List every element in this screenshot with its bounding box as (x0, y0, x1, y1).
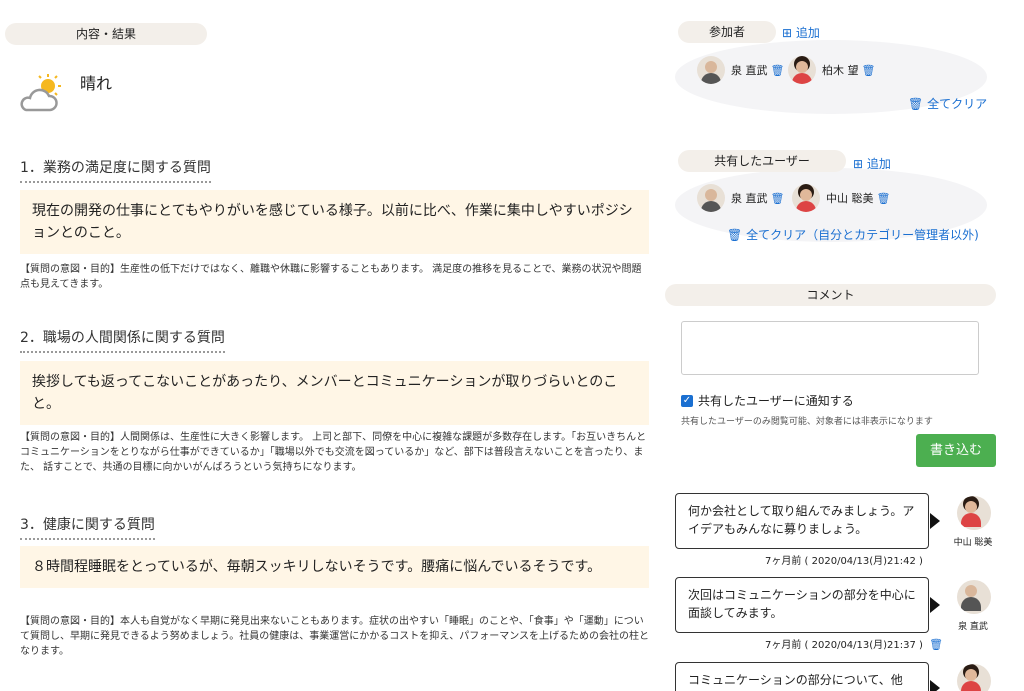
avatar (957, 496, 991, 530)
participants-clear-button[interactable]: 🗑 全てクリア (908, 95, 987, 112)
comment-time-1: 7ヶ月前 ( 2020/04/13(月)21:42 ) (765, 556, 923, 567)
partly-cloudy-icon (18, 72, 64, 114)
question-title-1: 1．業務の満足度に関する質問 (20, 157, 211, 183)
answer-2: 挨拶しても返ってこないことがあったり、メンバーとコミュニケーションが取りづらいと… (20, 361, 649, 425)
submit-comment-button[interactable]: 書き込む (916, 434, 996, 467)
intent-2: 【質問の意図・目的】人間関係は、生産性に大きく影響します。 上司と部下、同僚を中… (20, 432, 647, 473)
comment-bubble-2: 次回はコミュニケーションの部分を中心に面談してみます。 (675, 577, 929, 633)
trash-icon: 🗑 (727, 228, 743, 242)
plus-square-icon: ⊞ (782, 26, 793, 40)
shared-users-add-button[interactable]: ⊞ 追加 (853, 155, 891, 172)
notify-label: 共有したユーザーに通知する (698, 394, 854, 408)
plus-square-icon: ⊞ (853, 157, 864, 171)
comment-bubble-1: 何か会社として取り組んでみましょう。アイデアもみんなに募りましょう。 (675, 493, 929, 549)
avatar (788, 56, 816, 84)
notify-note: 共有したユーザーのみ閲覧可能、対象者には非表示になります (681, 417, 933, 427)
weather-label: 晴れ (80, 74, 113, 93)
bubble-arrow (930, 680, 940, 691)
checkbox-checked-icon[interactable]: ✓ (681, 394, 693, 407)
shared-user-name: 泉 直武 (731, 192, 768, 205)
comments-title: コメント (665, 284, 996, 306)
answer-3: ８時間程睡眠をとっているが、毎朝スッキリしないそうです。腰痛に悩んでいるそうです… (20, 546, 649, 588)
participant-name: 柏木 望 (822, 64, 859, 77)
comment-bubble-3: コミュニケーションの部分について、他 (675, 662, 929, 691)
trash-icon[interactable]: 🗑 (929, 638, 943, 651)
trash-icon[interactable]: 🗑 (877, 192, 891, 205)
trash-icon[interactable]: 🗑 (771, 192, 785, 205)
trash-icon[interactable]: 🗑 (862, 64, 876, 77)
intent-3: 【質問の意図・目的】本人も自覚がなく早期に発見出来ないこともあります。症状の出や… (20, 616, 649, 657)
notify-checkbox-row[interactable]: ✓ 共有したユーザーに通知する (681, 392, 854, 409)
comment-author-1: 中山 聡美 (953, 538, 993, 548)
avatar (957, 664, 991, 691)
avatar (957, 580, 991, 614)
section-title-content: 内容・結果 (5, 23, 207, 45)
shared-user-name: 中山 聡美 (826, 192, 874, 205)
shared-user-1: 泉 直武 🗑 (697, 184, 784, 212)
trash-icon[interactable]: 🗑 (771, 64, 785, 77)
comment-avatar-3 (957, 664, 991, 691)
answer-1: 現在の開発の仕事にとてもやりがいを感じている様子。以前に比べ、作業に集中しやすい… (20, 190, 649, 254)
comment-avatar-2 (957, 580, 991, 614)
intent-1: 【質問の意図・目的】生産性の低下だけではなく、離職や休職に影響することもあります… (20, 264, 642, 290)
comment-author-2: 泉 直武 (958, 622, 988, 632)
comment-time-2: 7ヶ月前 ( 2020/04/13(月)21:37 ) 🗑 (765, 638, 944, 651)
participants-title: 参加者 (678, 21, 776, 43)
bubble-arrow (930, 597, 940, 613)
comment-input[interactable] (681, 321, 979, 375)
bubble-arrow (930, 513, 940, 529)
avatar (697, 56, 725, 84)
shared-users-title: 共有したユーザー (678, 150, 846, 172)
question-title-3: 3．健康に関する質問 (20, 514, 155, 540)
trash-icon: 🗑 (908, 97, 924, 111)
question-title-2: 2．職場の人間関係に関する質問 (20, 327, 225, 353)
participant-2: 柏木 望 🗑 (788, 56, 875, 84)
comment-avatar-1 (957, 496, 991, 530)
avatar (792, 184, 820, 212)
participants-add-button[interactable]: ⊞ 追加 (782, 24, 820, 41)
shared-users-clear-button[interactable]: 🗑 全てクリア（自分とカテゴリー管理者以外) (727, 226, 979, 243)
shared-user-2: 中山 聡美 🗑 (792, 184, 890, 212)
avatar (697, 184, 725, 212)
participant-name: 泉 直武 (731, 64, 768, 77)
participant-1: 泉 直武 🗑 (697, 56, 784, 84)
